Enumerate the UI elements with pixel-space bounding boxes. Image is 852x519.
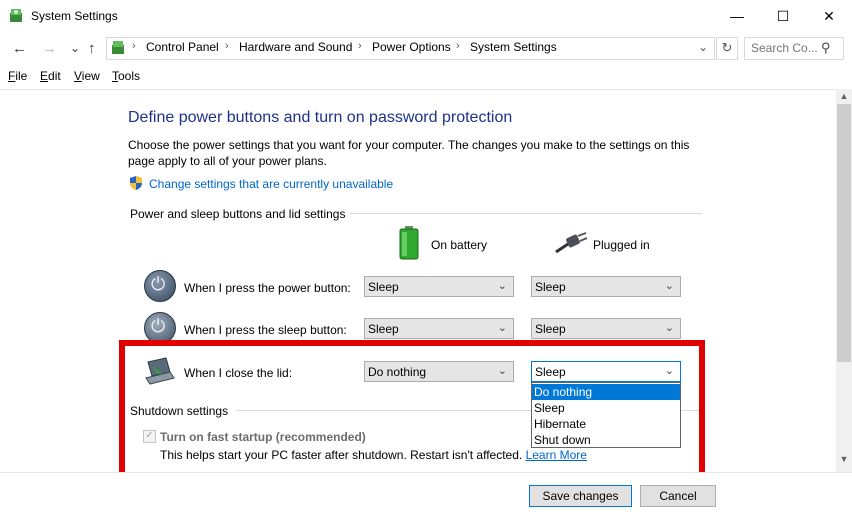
menu-tools[interactable]: Tools (112, 69, 140, 83)
forward-button[interactable]: → (42, 40, 57, 57)
lid-plugged-dropdown-list: Do nothing Sleep Hibernate Shut down (531, 382, 681, 448)
button-bar (0, 472, 852, 519)
menu-file[interactable]: File (8, 69, 27, 83)
fast-startup-description-text: This helps start your PC faster after sh… (160, 448, 523, 462)
menu-edit-accesskey: E (40, 69, 49, 83)
recent-locations-button[interactable]: ⌄ (70, 41, 80, 55)
uac-shield-icon (130, 176, 142, 190)
page-description: Choose the power settings that you want … (128, 138, 690, 168)
menu-view[interactable]: View (74, 69, 100, 83)
dropdown-option-do-nothing[interactable]: Do nothing (532, 384, 680, 400)
window-title: System Settings (31, 9, 118, 23)
laptop-lid-icon (145, 357, 175, 385)
breadcrumb-separator: › (456, 40, 460, 52)
minimize-button[interactable]: — (714, 0, 760, 32)
menu-view-accesskey: V (74, 69, 82, 83)
power-plug-icon (555, 232, 588, 254)
control-panel-icon (10, 9, 22, 22)
chevron-down-icon: ⌄ (664, 365, 674, 377)
breadcrumb-separator: › (358, 40, 362, 52)
select-value: Sleep (535, 322, 566, 336)
sleep-button-plugged-select[interactable]: Sleep ⌄ (531, 318, 681, 339)
chevron-down-icon: ⌄ (664, 280, 674, 292)
fast-startup-checkbox[interactable]: ✓ (143, 430, 156, 443)
save-changes-button[interactable]: Save changes (529, 485, 632, 507)
menu-edit[interactable]: Edit (40, 69, 61, 83)
search-placeholder: Search Co... (751, 41, 818, 55)
sleep-button-icon (144, 312, 176, 344)
lid-plugged-select[interactable]: Sleep ⌄ (531, 361, 681, 382)
up-button[interactable]: ↑ (88, 40, 96, 57)
breadcrumb-power-options[interactable]: Power Options (372, 40, 451, 54)
battery-icon (399, 226, 419, 260)
dropdown-option-sleep[interactable]: Sleep (532, 400, 680, 416)
maximize-button[interactable]: ☐ (760, 0, 806, 32)
select-value: Do nothing (368, 365, 427, 379)
menu-edit-label: dit (48, 69, 61, 83)
breadcrumb-system-settings[interactable]: System Settings (470, 40, 557, 54)
dropdown-option-shut-down[interactable]: Shut down (532, 432, 680, 448)
search-icon[interactable]: ⚲ (821, 40, 831, 56)
scroll-down-button[interactable]: ▼ (836, 452, 852, 467)
lid-label: When I close the lid: (184, 366, 293, 380)
chevron-down-icon: ⌄ (497, 322, 507, 334)
dropdown-option-hibernate[interactable]: Hibernate (532, 416, 680, 432)
menu-tools-label: ools (118, 69, 141, 83)
address-dropdown-button[interactable]: ⌄ (698, 40, 708, 54)
breadcrumb-separator: › (225, 40, 229, 52)
control-panel-icon (112, 41, 124, 54)
power-button-icon (144, 270, 176, 302)
power-button-battery-select[interactable]: Sleep ⌄ (364, 276, 514, 297)
group-label-shutdown: Shutdown settings (130, 404, 229, 418)
select-value: Sleep (535, 280, 566, 294)
power-button-plugged-select[interactable]: Sleep ⌄ (531, 276, 681, 297)
select-value: Sleep (535, 365, 566, 379)
cancel-button[interactable]: Cancel (640, 485, 716, 507)
learn-more-link[interactable]: Learn More (526, 448, 587, 462)
lid-battery-select[interactable]: Do nothing ⌄ (364, 361, 514, 382)
power-button-label: When I press the power button: (184, 281, 351, 295)
back-button[interactable]: ← (12, 40, 27, 57)
fast-startup-description: This helps start your PC faster after sh… (160, 448, 587, 462)
column-plugged-in: Plugged in (593, 238, 650, 252)
group-divider (350, 213, 702, 214)
column-on-battery: On battery (431, 238, 488, 252)
breadcrumb-control-panel[interactable]: Control Panel (146, 40, 219, 54)
menu-file-label: ile (15, 69, 28, 83)
scroll-up-button[interactable]: ▲ (836, 89, 852, 104)
fast-startup-label: Turn on fast startup (recommended) (160, 430, 366, 444)
scrollbar-thumb[interactable] (837, 104, 851, 362)
chevron-down-icon: ⌄ (497, 280, 507, 292)
group-label-power-buttons: Power and sleep buttons and lid settings (130, 207, 346, 221)
change-settings-link[interactable]: Change settings that are currently unava… (149, 177, 393, 191)
select-value: Sleep (368, 322, 399, 336)
menu-view-label: iew (81, 69, 100, 83)
sleep-button-label: When I press the sleep button: (184, 323, 347, 337)
sleep-button-battery-select[interactable]: Sleep ⌄ (364, 318, 514, 339)
close-button[interactable]: ✕ (806, 0, 852, 32)
chevron-down-icon: ⌄ (664, 322, 674, 334)
breadcrumb-hardware-and-sound[interactable]: Hardware and Sound (239, 40, 352, 54)
page-title: Define power buttons and turn on passwor… (128, 109, 513, 126)
select-value: Sleep (368, 280, 399, 294)
refresh-button[interactable]: ↻ (716, 37, 738, 60)
chevron-down-icon: ⌄ (497, 365, 507, 377)
breadcrumb-separator: › (132, 40, 136, 52)
